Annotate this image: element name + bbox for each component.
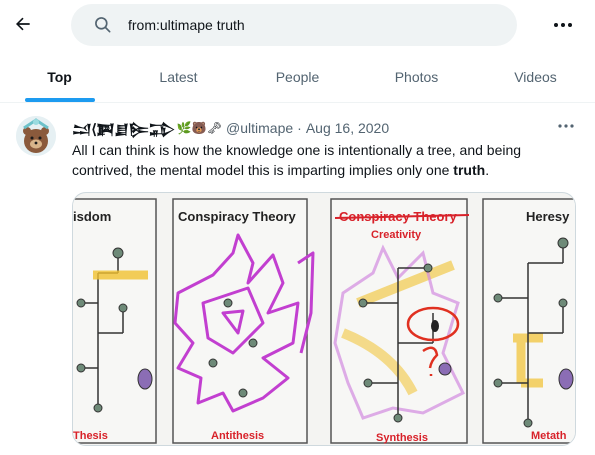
search-bar[interactable]	[71, 4, 517, 46]
tab-label: Latest	[159, 69, 198, 85]
search-input[interactable]	[128, 17, 488, 33]
panel-caption: Synthesis	[376, 432, 428, 444]
tab-label: Photos	[394, 69, 439, 85]
panel-annotation: Creativity	[371, 229, 422, 241]
more-options-button[interactable]	[549, 12, 577, 38]
tweet-image[interactable]: isdom Conspiracy Theory Conspiracy Theor…	[72, 192, 576, 446]
back-arrow-icon	[16, 17, 30, 31]
tab-people[interactable]: People	[238, 52, 357, 102]
display-name-emojis: 🌿🐻🗝	[176, 121, 223, 135]
panel-caption: Thesis	[73, 430, 108, 442]
tab-videos[interactable]: Videos	[476, 52, 595, 102]
more-horizontal-icon	[558, 124, 574, 128]
panel-caption: Antithesis	[211, 430, 264, 442]
bear-avatar-image	[16, 116, 56, 156]
panel-title: Conspiracy Theory	[178, 209, 297, 224]
panel-caption: Metath	[531, 430, 567, 442]
tab-top[interactable]: Top	[0, 52, 119, 102]
panel-title: Heresy	[526, 209, 570, 224]
tweet-header: 𒁺⟨𒀉𒋗𒌉𒁉 🌿🐻🗝 @ultimape · Aug 16, 2020	[72, 118, 389, 138]
panel-title: Conspiracy Theory	[339, 209, 458, 224]
tweet-text-end: .	[485, 162, 490, 178]
tweet-date[interactable]: Aug 16, 2020	[306, 120, 389, 136]
search-tabs: Top Latest People Photos Videos	[0, 52, 595, 103]
user-handle[interactable]: @ultimape	[226, 120, 293, 136]
tab-label: Videos	[514, 69, 557, 85]
back-button[interactable]	[8, 9, 38, 39]
tab-photos[interactable]: Photos	[357, 52, 476, 102]
search-icon	[95, 17, 111, 33]
comic-panels-image: isdom Conspiracy Theory Conspiracy Theor…	[73, 198, 575, 444]
tweet-more-button[interactable]	[552, 114, 580, 138]
panel-title: isdom	[73, 209, 111, 224]
tweet-text: All I can think is how the knowledge one…	[72, 140, 577, 180]
more-horizontal-icon	[554, 23, 572, 27]
active-tab-indicator	[24, 98, 95, 102]
top-bar	[0, 0, 595, 52]
separator-dot: ·	[297, 120, 302, 136]
tab-label: Top	[47, 69, 72, 85]
tab-latest[interactable]: Latest	[119, 52, 238, 102]
tweet[interactable]: 𒁺⟨𒀉𒋗𒌉𒁉 🌿🐻🗝 @ultimape · Aug 16, 2020 All …	[0, 104, 595, 455]
tweet-text-highlight: truth	[453, 162, 486, 178]
tab-label: People	[275, 69, 320, 85]
avatar[interactable]	[16, 116, 56, 156]
